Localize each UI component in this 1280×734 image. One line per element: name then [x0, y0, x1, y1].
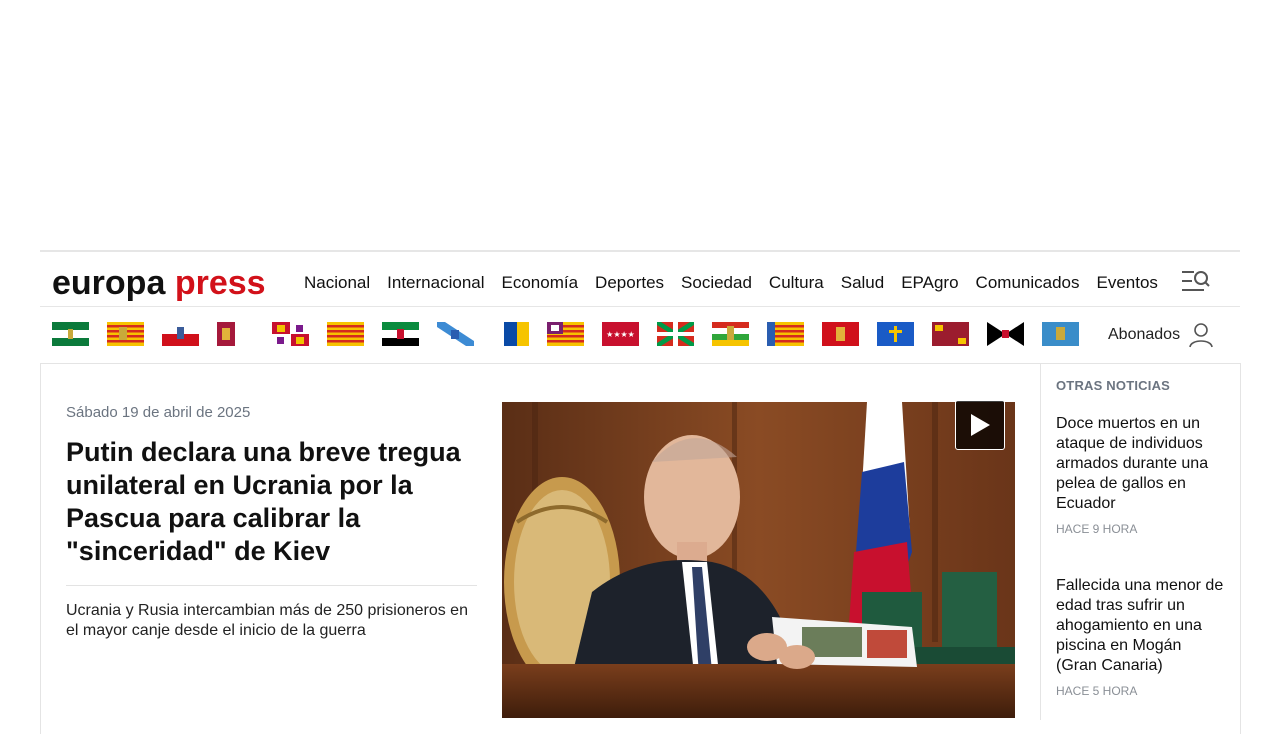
abonados-link[interactable]: Abonados [1108, 322, 1214, 348]
ad-space [0, 0, 1280, 250]
play-video-button[interactable] [955, 400, 1005, 450]
ceuta-flag-icon[interactable] [987, 322, 1024, 346]
menu-search-icon[interactable] [1180, 268, 1212, 296]
murcia-flag-icon[interactable] [932, 322, 969, 346]
top-divider [40, 250, 1240, 252]
headline-separator [66, 585, 477, 586]
lead-headline[interactable]: Putin declara una breve tregua unilatera… [66, 436, 476, 568]
nav-deportes[interactable]: Deportes [595, 273, 664, 293]
logo-word-press: press [174, 264, 266, 302]
sidebar-news-title: Doce muertos en un ataque de individuos … [1056, 415, 1209, 512]
madrid-flag-icon[interactable]: ★★★★ [602, 322, 639, 346]
logo-word-europa: europa [52, 264, 166, 302]
asturias-flag-icon[interactable] [877, 322, 914, 346]
lead-article-photo[interactable] [502, 402, 1015, 718]
nav-sociedad[interactable]: Sociedad [681, 273, 752, 293]
main-nav: Nacional Internacional Economía Deportes… [304, 273, 1175, 293]
user-icon [1189, 323, 1213, 348]
nav-nacional[interactable]: Nacional [304, 273, 370, 293]
site-header: europa press Nacional Internacional Econ… [40, 256, 1240, 306]
galicia-flag-icon[interactable] [437, 322, 474, 346]
canarias-flag-icon[interactable] [492, 322, 529, 346]
svg-text:★★★★: ★★★★ [606, 330, 635, 339]
aragon-flag-icon[interactable] [107, 322, 144, 346]
catalunya-flag-icon[interactable] [327, 322, 364, 346]
navarra-flag-icon[interactable] [822, 322, 859, 346]
sidebar-divider [1040, 364, 1041, 720]
nav-salud[interactable]: Salud [841, 273, 884, 293]
la-rioja-flag-icon[interactable] [712, 322, 749, 346]
comunitat-valenciana-flag-icon[interactable] [767, 322, 804, 346]
euskadi-flag-icon[interactable] [657, 322, 694, 346]
melilla-flag-icon[interactable] [1042, 322, 1079, 346]
header-divider [40, 306, 1240, 307]
sidebar-news-item[interactable]: Doce muertos en un ataque de individuos … [1056, 414, 1224, 536]
play-icon [971, 414, 990, 436]
sidebar-news-time: HACE 5 HORA [1056, 684, 1138, 698]
europa-press-logo[interactable]: europa press [52, 263, 266, 303]
castilla-la-mancha-flag-icon[interactable] [217, 322, 254, 346]
nav-eventos[interactable]: Eventos [1097, 273, 1158, 293]
sidebar-title: OTRAS NOTICIAS [1056, 378, 1171, 393]
abonados-label: Abonados [1108, 326, 1181, 343]
nav-economia[interactable]: Economía [502, 273, 579, 293]
article-date: Sábado 19 de abril de 2025 [66, 404, 251, 421]
sidebar-news-time: HACE 9 HORA [1056, 522, 1138, 536]
nav-comunicados[interactable]: Comunicados [976, 273, 1080, 293]
cantabria-flag-icon[interactable] [162, 322, 199, 346]
related-article-link[interactable]: Ucrania y Rusia intercambian más de 250 … [66, 601, 476, 641]
extremadura-flag-icon[interactable] [382, 322, 419, 346]
castilla-y-leon-flag-icon[interactable] [272, 322, 309, 346]
nav-cultura[interactable]: Cultura [769, 273, 824, 293]
sidebar-news-title: Fallecida una menor de edad tras sufrir … [1056, 577, 1224, 674]
baleares-flag-icon[interactable] [547, 322, 584, 346]
andalucia-flag-icon[interactable] [52, 322, 89, 346]
nav-epagro[interactable]: EPAgro [901, 273, 958, 293]
sidebar-news-item[interactable]: Fallecida una menor de edad tras sufrir … [1056, 576, 1224, 698]
nav-internacional[interactable]: Internacional [387, 273, 484, 293]
